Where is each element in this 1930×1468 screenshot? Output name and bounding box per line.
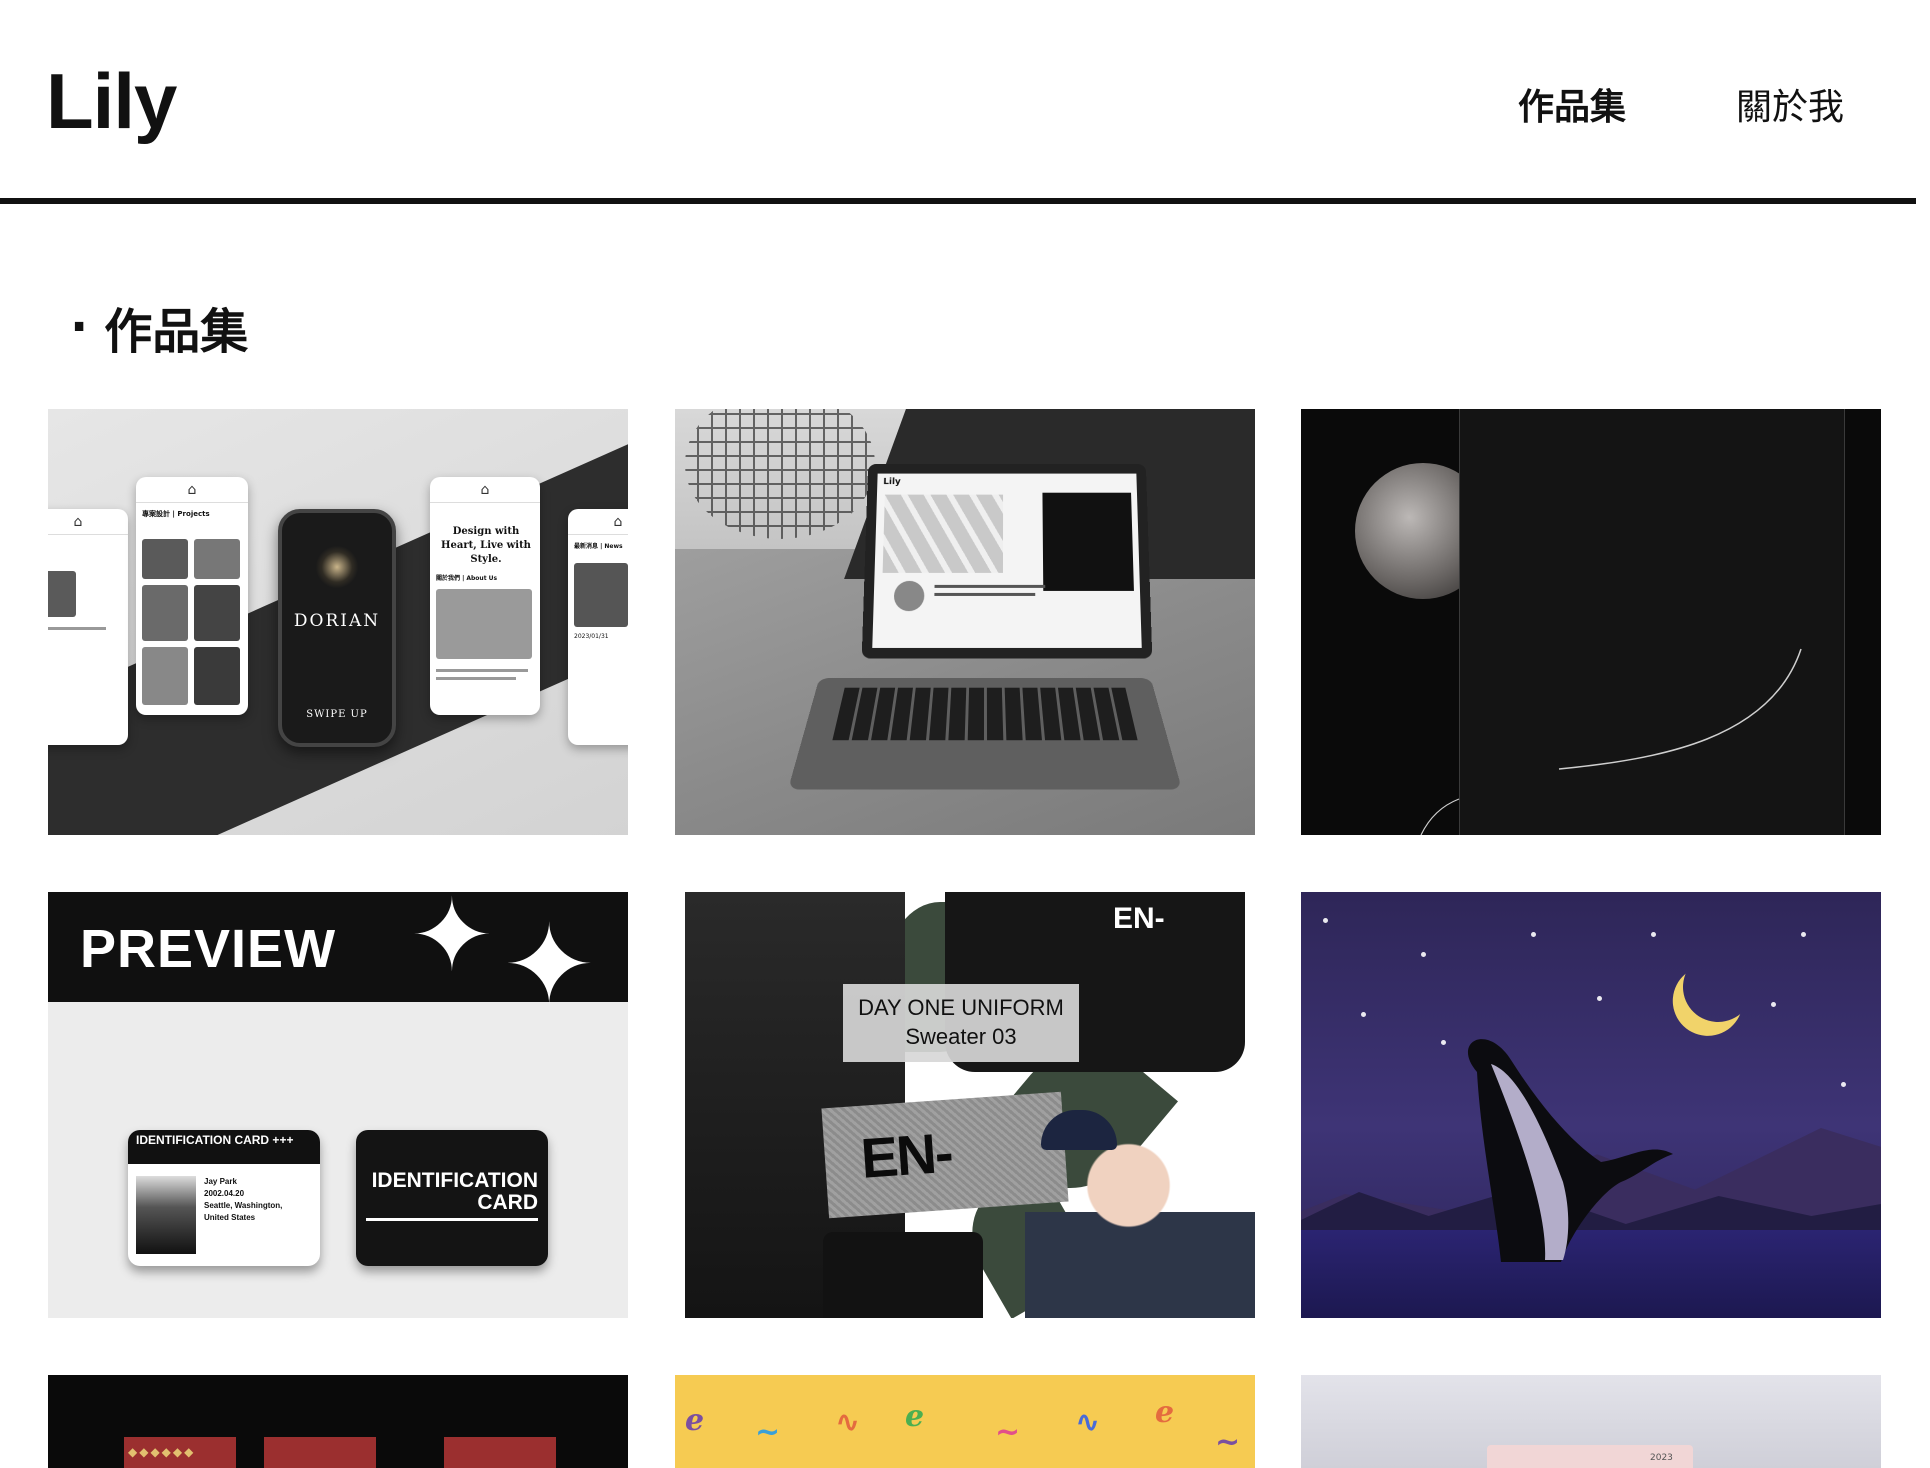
preview-heading: PREVIEW xyxy=(80,919,337,979)
dorian-brand: DORIAN xyxy=(293,611,381,631)
portfolio-item-colorful-pattern[interactable]: ℯ ~ ∿ ℯ ~ ∿ ℯ ~ xyxy=(675,1375,1255,1468)
swipe-up-label: SWIPE UP xyxy=(306,709,368,720)
home-icon: ⌂ xyxy=(136,477,248,503)
news-label: 最新消息 | News xyxy=(574,543,623,550)
product-label: DAY ONE UNIFORM Sweater 03 xyxy=(843,984,1079,1062)
section-bullet: · xyxy=(70,299,89,355)
portfolio-item-laptop-website[interactable]: Lily xyxy=(675,409,1255,835)
id-back-line2: CARD xyxy=(477,1191,538,1214)
light-streak xyxy=(1420,648,1802,835)
site-header: Lily 作品集 關於我 xyxy=(0,0,1930,200)
id-name: Jay Park xyxy=(204,1177,237,1186)
scrollbar-track[interactable] xyxy=(1916,0,1930,1468)
phone-mockup-about: ⌂ Design with Heart, Live with Style. 關於… xyxy=(430,477,540,715)
product-title: DAY ONE UNIFORM xyxy=(858,995,1064,1020)
portfolio-item-id-card[interactable]: PREVIEW ✦ ✦ IDENTIFICATION CARD +++ Jay … xyxy=(48,892,628,1318)
calendar-year: 2023 xyxy=(1650,1453,1673,1463)
section-title: 作品集 xyxy=(104,304,249,360)
nav-about[interactable]: 關於我 xyxy=(1736,78,1844,130)
id-back-line1: IDENTIFICATION xyxy=(371,1169,538,1192)
about-label: 關於我們 | About Us xyxy=(436,575,498,582)
phone-mockup-dorian: DORIAN SWIPE UP xyxy=(278,509,396,747)
portfolio-item-moon-poster[interactable] xyxy=(1301,409,1881,835)
home-icon: ⌂ xyxy=(430,477,540,503)
tagline: Design with Heart, Live with Style. xyxy=(441,526,531,565)
sparkle-icon: ✦ xyxy=(410,892,494,994)
product-subtitle: Sweater 03 xyxy=(905,1024,1017,1049)
sweater-logo: EN- xyxy=(1113,902,1165,935)
id-card-back: IDENTIFICATION CARD xyxy=(356,1130,548,1266)
phone-mockup-news: ⌂ 最新消息 | News 2023/01/31 xyxy=(568,509,628,745)
home-icon: ⌂ xyxy=(48,509,128,535)
en-logo: EN- xyxy=(858,1120,954,1190)
phone-mockup: ⌂ xyxy=(48,509,128,745)
id-photo xyxy=(136,1176,196,1254)
id-birthdate: 2002.04.20 xyxy=(204,1189,245,1198)
header-divider xyxy=(0,198,1930,204)
chandelier xyxy=(316,545,358,589)
screen-logo: Lily xyxy=(883,477,901,487)
laptop-screen: Lily xyxy=(861,464,1153,659)
section-heading: · 作品集 xyxy=(70,292,248,362)
sparkle-icon: ✦ xyxy=(503,901,596,1029)
phone-mockup-projects: ⌂ 專案設計 | Projects xyxy=(136,477,248,715)
portfolio-item-dorian-app[interactable]: ⌂ ⌂ 專案設計 | Projects DORIAN SWIPE UP ⌂ De… xyxy=(48,409,628,835)
portfolio-item-red-cards[interactable]: ◆◆◆◆◆◆ xyxy=(48,1375,628,1468)
portfolio-item-whale-illustration[interactable] xyxy=(1301,892,1881,1318)
portfolio-item-day-one-uniform[interactable]: EN- EN- DAY ONE UNIFORM Sweater 03 xyxy=(675,892,1255,1318)
nav-portfolio[interactable]: 作品集 xyxy=(1518,78,1626,130)
id-card-heading: IDENTIFICATION CARD +++ xyxy=(128,1130,320,1164)
laptop-keyboard xyxy=(788,678,1182,790)
site-logo[interactable]: Lily xyxy=(46,56,177,147)
news-date: 2023/01/31 xyxy=(574,633,609,640)
id-birthplace: Seattle, Washington, United States xyxy=(204,1201,283,1222)
projects-label: 專案設計 | Projects xyxy=(142,510,210,518)
tshirt-photo xyxy=(823,1232,983,1318)
home-icon: ⌂ xyxy=(568,509,628,535)
id-card-front: IDENTIFICATION CARD +++ Jay Park 2002.04… xyxy=(128,1130,320,1266)
whale xyxy=(1467,1039,1673,1262)
portfolio-item-calendar[interactable]: 2023 xyxy=(1301,1375,1881,1468)
